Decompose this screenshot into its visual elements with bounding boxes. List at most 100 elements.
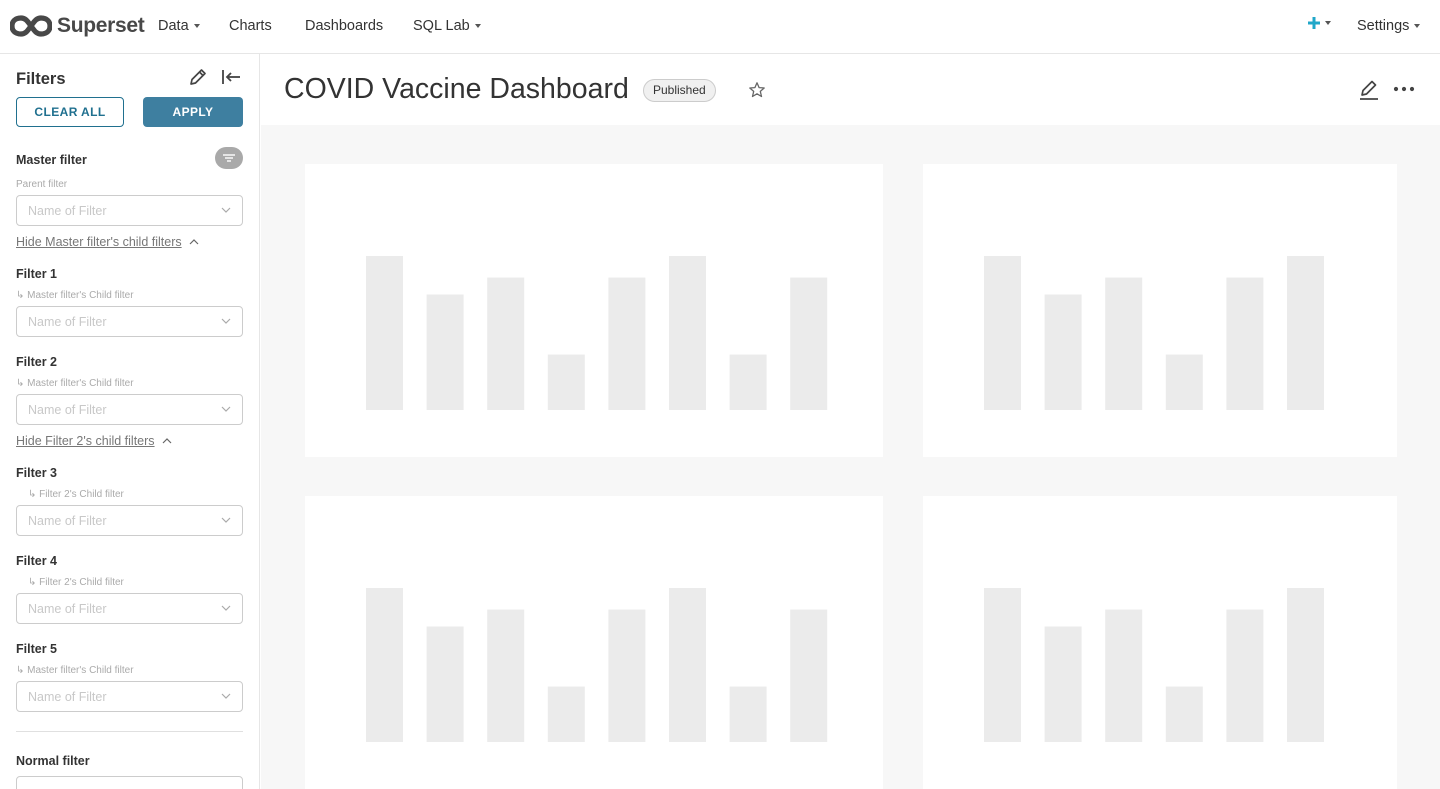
chevron-up-icon bbox=[162, 438, 171, 444]
nav-charts[interactable]: Charts bbox=[229, 18, 272, 34]
skeleton-bar bbox=[1165, 686, 1203, 742]
nav-dashboards-label: Dashboards bbox=[305, 18, 384, 34]
master-filter-select[interactable]: Name of Filter bbox=[16, 195, 243, 226]
chart-card[interactable] bbox=[923, 496, 1397, 789]
filter-2-label: Filter 2 bbox=[16, 355, 57, 369]
skeleton-bar bbox=[1044, 294, 1082, 410]
select-placeholder: Name of Filter bbox=[28, 602, 107, 616]
skeleton-bar bbox=[1105, 609, 1143, 742]
nav-settings-label: Settings bbox=[1357, 18, 1410, 34]
select-placeholder: Name of Filter bbox=[28, 514, 107, 528]
star-icon[interactable] bbox=[748, 81, 766, 99]
skeleton-bar bbox=[426, 626, 464, 742]
status-badge[interactable]: Published bbox=[643, 79, 716, 102]
more-options-icon[interactable] bbox=[1393, 84, 1415, 94]
chevron-down-icon bbox=[221, 406, 231, 412]
caret-down-icon bbox=[193, 24, 200, 28]
chart-skeleton bbox=[366, 588, 828, 742]
normal-filter-select[interactable] bbox=[16, 776, 243, 789]
filter-5-select[interactable]: Name of Filter bbox=[16, 681, 243, 712]
filter-4-select[interactable]: Name of Filter bbox=[16, 593, 243, 624]
chevron-up-icon bbox=[189, 239, 199, 245]
dashboard-title[interactable]: COVID Vaccine Dashboard bbox=[284, 73, 629, 106]
chart-skeleton bbox=[984, 256, 1324, 410]
hide-master-children-link[interactable]: Hide Master filter's child filters bbox=[16, 235, 199, 249]
clear-all-button[interactable]: CLEAR ALL bbox=[16, 97, 124, 127]
chevron-down-icon bbox=[221, 605, 231, 611]
plus-icon bbox=[1308, 17, 1320, 29]
skeleton-bar bbox=[984, 256, 1021, 410]
nav-dashboards[interactable]: Dashboards bbox=[305, 18, 383, 34]
new-item-button[interactable] bbox=[1308, 17, 1331, 29]
superset-logo-icon bbox=[10, 15, 52, 37]
hide-filter-2-children-label: Hide Filter 2's child filters bbox=[16, 434, 155, 448]
skeleton-bar bbox=[1226, 277, 1264, 410]
skeleton-bar bbox=[984, 588, 1021, 742]
skeleton-bar bbox=[790, 609, 828, 742]
app-name: Superset bbox=[57, 14, 145, 37]
select-placeholder: Name of Filter bbox=[28, 315, 107, 329]
caret-down-icon bbox=[1325, 21, 1331, 25]
nav-data[interactable]: Data bbox=[158, 18, 200, 34]
filter-2-select[interactable]: Name of Filter bbox=[16, 394, 243, 425]
superset-logo[interactable]: Superset bbox=[10, 13, 145, 39]
skeleton-bar bbox=[366, 256, 403, 410]
filter-icon bbox=[223, 154, 235, 162]
filter-settings-button[interactable] bbox=[215, 147, 243, 169]
chart-skeleton bbox=[366, 256, 828, 410]
nav-sql-lab-label: SQL Lab bbox=[413, 18, 470, 34]
chart-card[interactable] bbox=[305, 496, 883, 789]
skeleton-bar bbox=[1287, 588, 1324, 742]
skeleton-bar bbox=[487, 277, 525, 410]
chevron-down-icon bbox=[221, 517, 231, 523]
chevron-down-icon bbox=[221, 318, 231, 324]
collapse-sidebar-icon[interactable] bbox=[220, 66, 242, 88]
nav-settings[interactable]: Settings bbox=[1357, 18, 1421, 34]
skeleton-bar bbox=[426, 294, 464, 410]
filter-sidebar: Filters CLEAR ALL APPLY Master filter Pa… bbox=[0, 54, 260, 789]
skeleton-bar bbox=[1287, 256, 1324, 410]
dashboard-header: COVID Vaccine Dashboard Published bbox=[261, 54, 1440, 125]
filter-3-label: Filter 3 bbox=[16, 466, 57, 480]
filter-3-select[interactable]: Name of Filter bbox=[16, 505, 243, 536]
filter-5-label: Filter 5 bbox=[16, 642, 57, 656]
filter-1-sub: ↳ Master filter's Child filter bbox=[16, 290, 134, 301]
hide-master-children-label: Hide Master filter's child filters bbox=[16, 235, 182, 249]
skeleton-bar bbox=[547, 686, 585, 742]
skeleton-bar bbox=[669, 256, 706, 410]
chart-card[interactable] bbox=[923, 164, 1397, 457]
dashboard-area: COVID Vaccine Dashboard Published bbox=[261, 54, 1440, 789]
filter-1-select[interactable]: Name of Filter bbox=[16, 306, 243, 337]
filter-4-label: Filter 4 bbox=[16, 554, 57, 568]
caret-down-icon bbox=[474, 24, 481, 28]
top-navbar: Superset Data Charts Dashboards SQL Lab … bbox=[0, 0, 1440, 54]
filter-1-label: Filter 1 bbox=[16, 267, 57, 281]
skeleton-bar bbox=[366, 588, 403, 742]
pencil-icon[interactable] bbox=[187, 66, 209, 88]
skeleton-bar bbox=[669, 588, 706, 742]
filter-4-sub: ↳ Filter 2's Child filter bbox=[28, 577, 124, 588]
filter-3-sub: ↳ Filter 2's Child filter bbox=[28, 489, 124, 500]
skeleton-bar bbox=[729, 686, 767, 742]
chart-skeleton bbox=[984, 588, 1324, 742]
skeleton-bar bbox=[1044, 626, 1082, 742]
normal-filter-label: Normal filter bbox=[16, 754, 90, 768]
skeleton-bar bbox=[1226, 609, 1264, 742]
select-placeholder: Name of Filter bbox=[28, 690, 107, 704]
nav-data-label: Data bbox=[158, 18, 189, 34]
chevron-down-icon bbox=[221, 693, 231, 699]
chart-card[interactable] bbox=[305, 164, 883, 457]
skeleton-bar bbox=[487, 609, 525, 742]
skeleton-bar bbox=[547, 354, 585, 410]
skeleton-bar bbox=[790, 277, 828, 410]
filter-2-sub: ↳ Master filter's Child filter bbox=[16, 378, 134, 389]
nav-charts-label: Charts bbox=[229, 18, 272, 34]
edit-dashboard-icon[interactable] bbox=[1358, 78, 1380, 102]
chevron-down-icon bbox=[221, 207, 231, 213]
nav-sql-lab[interactable]: SQL Lab bbox=[413, 18, 481, 34]
sidebar-divider bbox=[16, 731, 243, 732]
hide-filter-2-children-link[interactable]: Hide Filter 2's child filters bbox=[16, 434, 172, 448]
master-filter-sub: Parent filter bbox=[16, 179, 68, 190]
apply-button[interactable]: APPLY bbox=[143, 97, 243, 127]
skeleton-bar bbox=[1105, 277, 1143, 410]
